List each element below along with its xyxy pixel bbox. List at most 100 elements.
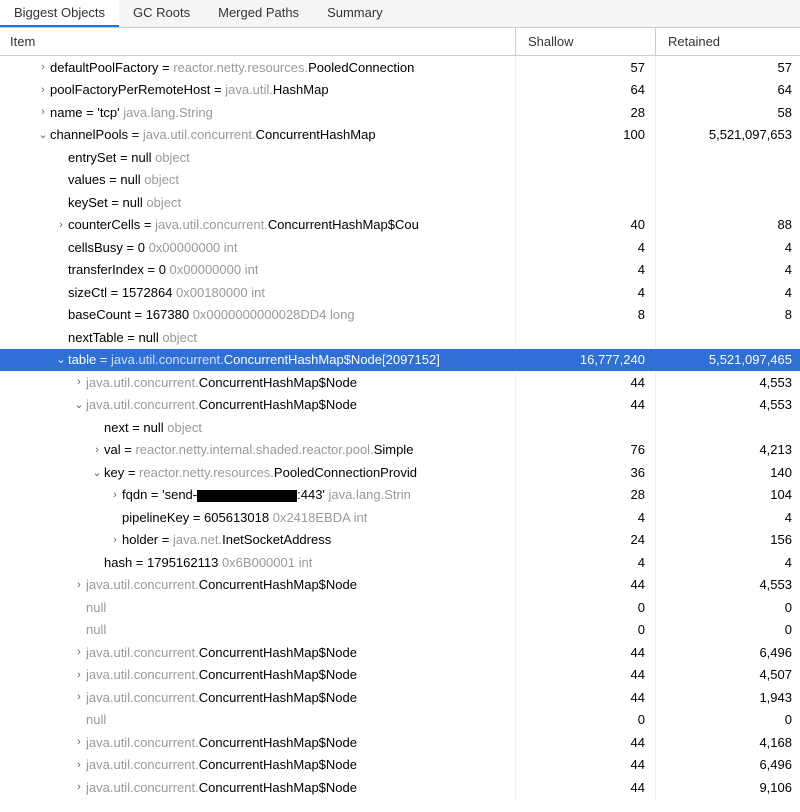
- chevron-right-icon[interactable]: ›: [36, 84, 50, 96]
- tab-gc-roots[interactable]: GC Roots: [119, 0, 204, 27]
- tab-summary[interactable]: Summary: [313, 0, 397, 27]
- retained-value: 4: [656, 506, 800, 529]
- chevron-right-icon[interactable]: ›: [72, 736, 86, 748]
- retained-value: 140: [656, 461, 800, 484]
- retained-value: 88: [656, 214, 800, 237]
- chevron-right-icon[interactable]: ›: [36, 61, 50, 73]
- table-row[interactable]: ›java.util.concurrent.ConcurrentHashMap$…: [0, 686, 800, 709]
- chevron-right-icon[interactable]: ›: [72, 376, 86, 388]
- row-label: nextTable = null object: [68, 330, 197, 345]
- table-row[interactable]: ›values = null object: [0, 169, 800, 192]
- chevron-right-icon[interactable]: ›: [72, 691, 86, 703]
- table-row[interactable]: ›pipelineKey = 605613018 0x2418EBDA int4…: [0, 506, 800, 529]
- table-row[interactable]: ›sizeCtl = 1572864 0x00180000 int44: [0, 281, 800, 304]
- table-row[interactable]: ›java.util.concurrent.ConcurrentHashMap$…: [0, 641, 800, 664]
- row-label: java.util.concurrent.ConcurrentHashMap$N…: [86, 645, 357, 660]
- chevron-right-icon[interactable]: ›: [72, 646, 86, 658]
- row-label: null: [86, 622, 106, 637]
- retained-value: 1,943: [656, 686, 800, 709]
- table-row[interactable]: ›defaultPoolFactory = reactor.netty.reso…: [0, 56, 800, 79]
- table-row[interactable]: ⌄key = reactor.netty.resources.PooledCon…: [0, 461, 800, 484]
- shallow-value: 4: [516, 506, 656, 529]
- tab-biggest-objects[interactable]: Biggest Objects: [0, 0, 119, 27]
- table-row[interactable]: ›null00: [0, 596, 800, 619]
- table-row[interactable]: ›java.util.concurrent.ConcurrentHashMap$…: [0, 776, 800, 799]
- table-row[interactable]: ›java.util.concurrent.ConcurrentHashMap$…: [0, 754, 800, 777]
- chevron-right-icon[interactable]: ›: [72, 759, 86, 771]
- chevron-right-icon[interactable]: ›: [72, 579, 86, 591]
- table-row[interactable]: ›transferIndex = 0 0x00000000 int44: [0, 259, 800, 282]
- row-label: transferIndex = 0 0x00000000 int: [68, 262, 258, 277]
- chevron-right-icon[interactable]: ›: [72, 669, 86, 681]
- retained-value: 8: [656, 304, 800, 327]
- table-row[interactable]: ›next = null object: [0, 416, 800, 439]
- table-row[interactable]: ›null00: [0, 619, 800, 642]
- chevron-down-icon[interactable]: ⌄: [36, 128, 50, 141]
- table-row[interactable]: ›poolFactoryPerRemoteHost = java.util.Ha…: [0, 79, 800, 102]
- row-label: java.util.concurrent.ConcurrentHashMap$N…: [86, 780, 357, 795]
- table-row[interactable]: ⌄table = java.util.concurrent.Concurrent…: [0, 349, 800, 372]
- shallow-value: [516, 416, 656, 439]
- shallow-value: 28: [516, 101, 656, 124]
- chevron-down-icon[interactable]: ⌄: [54, 353, 68, 366]
- table-row[interactable]: ⌄channelPools = java.util.concurrent.Con…: [0, 124, 800, 147]
- row-label: sizeCtl = 1572864 0x00180000 int: [68, 285, 265, 300]
- retained-value: 9,106: [656, 776, 800, 799]
- table-row[interactable]: ›java.util.concurrent.ConcurrentHashMap$…: [0, 371, 800, 394]
- shallow-value: 8: [516, 304, 656, 327]
- row-label: values = null object: [68, 172, 179, 187]
- header-item[interactable]: Item: [0, 28, 516, 55]
- shallow-value: 44: [516, 574, 656, 597]
- row-label: java.util.concurrent.ConcurrentHashMap$N…: [86, 667, 357, 682]
- shallow-value: [516, 326, 656, 349]
- row-label: name = 'tcp' java.lang.String: [50, 105, 213, 120]
- retained-value: 4: [656, 551, 800, 574]
- table-row[interactable]: ›entrySet = null object: [0, 146, 800, 169]
- chevron-right-icon[interactable]: ›: [108, 489, 122, 501]
- chevron-right-icon[interactable]: ›: [90, 444, 104, 456]
- row-label: cellsBusy = 0 0x00000000 int: [68, 240, 238, 255]
- shallow-value: 40: [516, 214, 656, 237]
- chevron-right-icon[interactable]: ›: [36, 106, 50, 118]
- shallow-value: 16,777,240: [516, 349, 656, 372]
- table-row[interactable]: ›keySet = null object: [0, 191, 800, 214]
- shallow-value: 76: [516, 439, 656, 462]
- row-label: key = reactor.netty.resources.PooledConn…: [104, 465, 417, 480]
- table-row[interactable]: ⌄java.util.concurrent.ConcurrentHashMap$…: [0, 394, 800, 417]
- table-row[interactable]: ›hash = 1795162113 0x6B000001 int44: [0, 551, 800, 574]
- retained-value: [656, 326, 800, 349]
- table-row[interactable]: ›java.util.concurrent.ConcurrentHashMap$…: [0, 731, 800, 754]
- shallow-value: 44: [516, 776, 656, 799]
- shallow-value: [516, 169, 656, 192]
- shallow-value: 36: [516, 461, 656, 484]
- table-row[interactable]: ›holder = java.net.InetSocketAddress2415…: [0, 529, 800, 552]
- row-label: java.util.concurrent.ConcurrentHashMap$N…: [86, 397, 357, 412]
- table-row[interactable]: ›java.util.concurrent.ConcurrentHashMap$…: [0, 664, 800, 687]
- chevron-down-icon[interactable]: ⌄: [72, 398, 86, 411]
- tab-merged-paths[interactable]: Merged Paths: [204, 0, 313, 27]
- table-row[interactable]: ›baseCount = 167380 0x0000000000028DD4 l…: [0, 304, 800, 327]
- chevron-right-icon[interactable]: ›: [54, 219, 68, 231]
- chevron-right-icon[interactable]: ›: [72, 781, 86, 793]
- retained-value: 57: [656, 56, 800, 79]
- table-row[interactable]: ›cellsBusy = 0 0x00000000 int44: [0, 236, 800, 259]
- chevron-right-icon[interactable]: ›: [108, 534, 122, 546]
- table-row[interactable]: ›counterCells = java.util.concurrent.Con…: [0, 214, 800, 237]
- table-row[interactable]: ›name = 'tcp' java.lang.String 2858: [0, 101, 800, 124]
- header-retained[interactable]: Retained: [656, 28, 800, 55]
- row-label: counterCells = java.util.concurrent.Conc…: [68, 217, 419, 232]
- table-row[interactable]: ›val = reactor.netty.internal.shaded.rea…: [0, 439, 800, 462]
- row-label: channelPools = java.util.concurrent.Conc…: [50, 127, 376, 142]
- chevron-down-icon[interactable]: ⌄: [90, 466, 104, 479]
- header-shallow[interactable]: Shallow: [516, 28, 656, 55]
- table-row[interactable]: ›nextTable = null object: [0, 326, 800, 349]
- retained-value: 5,521,097,465: [656, 349, 800, 372]
- retained-value: 58: [656, 101, 800, 124]
- table-row[interactable]: ›java.util.concurrent.ConcurrentHashMap$…: [0, 574, 800, 597]
- table-row[interactable]: ›fqdn = 'send-:443' java.lang.Strin28104: [0, 484, 800, 507]
- shallow-value: 44: [516, 394, 656, 417]
- shallow-value: 44: [516, 664, 656, 687]
- table-row[interactable]: ›null00: [0, 709, 800, 732]
- retained-value: 4,553: [656, 574, 800, 597]
- retained-value: 4,168: [656, 731, 800, 754]
